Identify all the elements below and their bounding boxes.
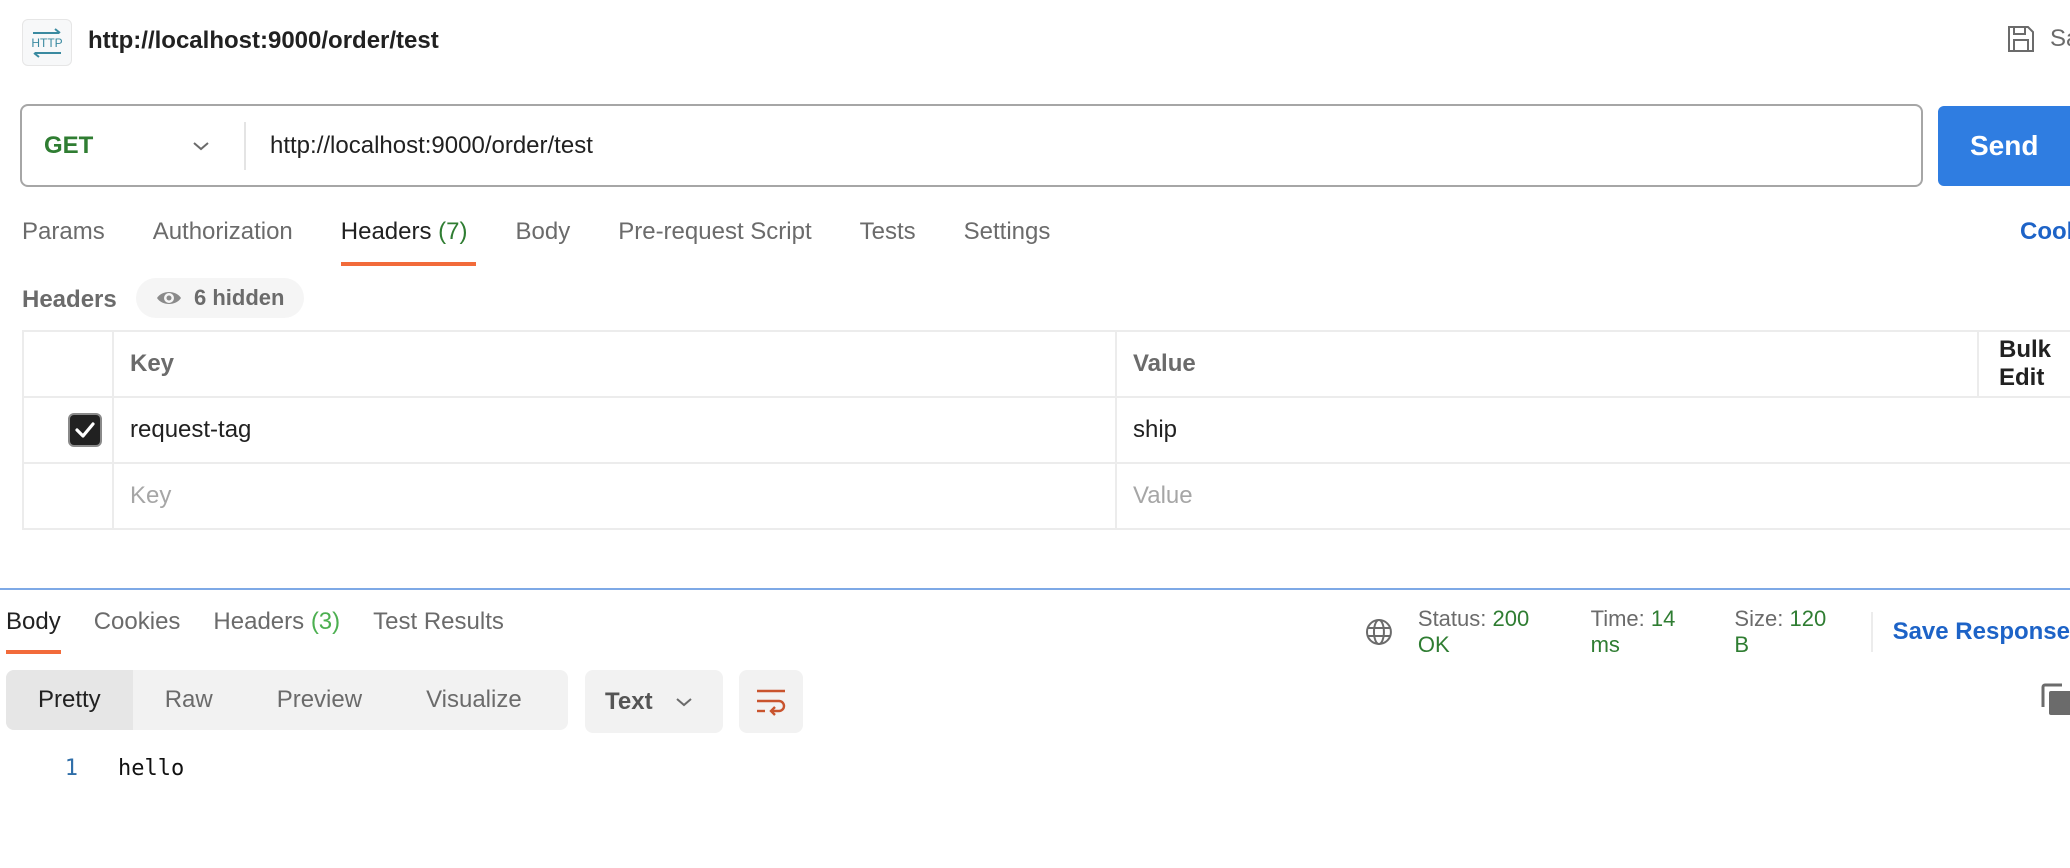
request-tabs: Params Authorization Headers (7) Body Pr… bbox=[22, 218, 1098, 266]
url-bar: GET bbox=[20, 104, 1923, 187]
row-check-cell bbox=[24, 398, 114, 462]
response-view-mode: Pretty Raw Preview Visualize bbox=[6, 670, 568, 730]
save-icon bbox=[2008, 26, 2034, 52]
line-number: 1 bbox=[64, 756, 78, 781]
tab-authorization[interactable]: Authorization bbox=[153, 218, 293, 266]
mode-preview[interactable]: Preview bbox=[245, 670, 394, 730]
tab-label: Tests bbox=[859, 218, 916, 245]
tab-label: Body bbox=[515, 218, 571, 245]
header-check-cell bbox=[24, 332, 114, 396]
size-readout[interactable]: Size: 120 B bbox=[1734, 606, 1846, 658]
chevron-down-icon bbox=[193, 141, 209, 150]
hidden-headers-toggle[interactable]: 6 hidden bbox=[136, 278, 305, 318]
tab-label: Test Results bbox=[373, 608, 504, 635]
wrap-lines-button[interactable] bbox=[739, 670, 803, 733]
status-label: Status: bbox=[1417, 606, 1487, 631]
hidden-count-label: 6 hidden bbox=[194, 285, 285, 310]
tab-label: Params bbox=[22, 218, 105, 245]
copy-icon bbox=[2041, 683, 2070, 715]
column-header-key: Key bbox=[114, 332, 1117, 396]
response-tab-cookies[interactable]: Cookies bbox=[94, 608, 181, 654]
table-header-row: Key Value Bulk Edit bbox=[24, 332, 2070, 398]
save-label: Save bbox=[2050, 25, 2070, 52]
checkmark-icon bbox=[75, 422, 95, 438]
pane-resize-handle[interactable] bbox=[0, 588, 2070, 590]
globe-icon[interactable] bbox=[1364, 617, 1394, 647]
tab-body[interactable]: Body bbox=[516, 218, 571, 266]
tab-label: Headers bbox=[340, 218, 432, 245]
mode-visualize[interactable]: Visualize bbox=[394, 670, 554, 730]
meta-divider bbox=[1870, 612, 1873, 652]
tab-params[interactable]: Params bbox=[22, 218, 105, 266]
http-request-icon: HTTP bbox=[22, 19, 72, 66]
column-header-value: Value bbox=[1117, 332, 1979, 396]
copy-response-button[interactable] bbox=[2040, 683, 2070, 722]
wrap-lines-icon bbox=[757, 689, 786, 716]
tab-label: Body bbox=[6, 608, 61, 635]
new-key-input[interactable]: Key bbox=[114, 464, 1117, 528]
time-label: Time: bbox=[1590, 606, 1645, 631]
format-select[interactable]: Text bbox=[585, 670, 723, 733]
tab-settings[interactable]: Settings bbox=[964, 218, 1051, 266]
header-key-cell[interactable]: request-tag bbox=[114, 398, 1117, 462]
http-icon: HTTP bbox=[31, 27, 63, 58]
headers-section-label: Headers bbox=[22, 286, 117, 313]
method-select[interactable]: GET bbox=[22, 106, 244, 185]
send-button[interactable]: Send bbox=[1938, 106, 2070, 186]
header-value-cell[interactable]: ship bbox=[1117, 398, 2070, 462]
response-tab-headers[interactable]: Headers (3) bbox=[213, 608, 340, 654]
response-tab-body[interactable]: Body bbox=[6, 608, 61, 654]
request-title[interactable]: http://localhost:9000/order/test bbox=[88, 27, 439, 55]
response-body[interactable]: 1 hello bbox=[0, 756, 184, 781]
table-row-new: Key Value bbox=[24, 464, 2070, 530]
response-meta: Status: 200 OK Time: 14 ms Size: 120 B S… bbox=[1364, 606, 2070, 658]
row-check-cell bbox=[24, 464, 114, 528]
chevron-down-icon bbox=[675, 697, 692, 706]
new-value-input[interactable]: Value bbox=[1117, 464, 2070, 528]
code-line: hello bbox=[118, 756, 185, 781]
bulk-edit-button[interactable]: Bulk Edit bbox=[1979, 332, 2070, 396]
mode-raw[interactable]: Raw bbox=[133, 670, 245, 730]
method-label: GET bbox=[44, 131, 94, 159]
tab-tests[interactable]: Tests bbox=[860, 218, 916, 266]
tab-label: Cookies bbox=[93, 608, 181, 635]
mode-pretty[interactable]: Pretty bbox=[6, 670, 133, 730]
headers-table: Key Value Bulk Edit request-tag ship Key… bbox=[22, 330, 2070, 530]
tab-count: (3) bbox=[310, 608, 341, 635]
table-row: request-tag ship bbox=[24, 398, 2070, 464]
svg-text:HTTP: HTTP bbox=[31, 36, 62, 50]
status-readout[interactable]: Status: 200 OK bbox=[1418, 606, 1567, 658]
eye-icon bbox=[157, 292, 181, 304]
save-response-button[interactable]: Save Response bbox=[1893, 618, 2070, 646]
tab-label: Pre-request Script bbox=[618, 218, 812, 245]
header-enabled-checkbox[interactable] bbox=[68, 413, 102, 447]
save-button[interactable]: Save bbox=[2006, 24, 2070, 54]
cookies-link[interactable]: Cookies bbox=[2020, 218, 2070, 246]
url-input[interactable] bbox=[246, 131, 1921, 160]
tab-label: Headers bbox=[213, 608, 305, 635]
tab-headers[interactable]: Headers (7) bbox=[340, 218, 476, 266]
size-label: Size: bbox=[1734, 606, 1784, 631]
tab-label: Settings bbox=[963, 218, 1051, 245]
response-tabs: Body Cookies Headers (3) Test Results bbox=[6, 608, 537, 654]
tab-pre-request-script[interactable]: Pre-request Script bbox=[618, 218, 811, 266]
response-tab-test-results[interactable]: Test Results bbox=[373, 608, 504, 654]
tab-count: (7) bbox=[438, 218, 468, 245]
format-label: Text bbox=[605, 687, 653, 715]
time-readout[interactable]: Time: 14 ms bbox=[1591, 606, 1711, 658]
tab-label: Authorization bbox=[152, 218, 293, 245]
